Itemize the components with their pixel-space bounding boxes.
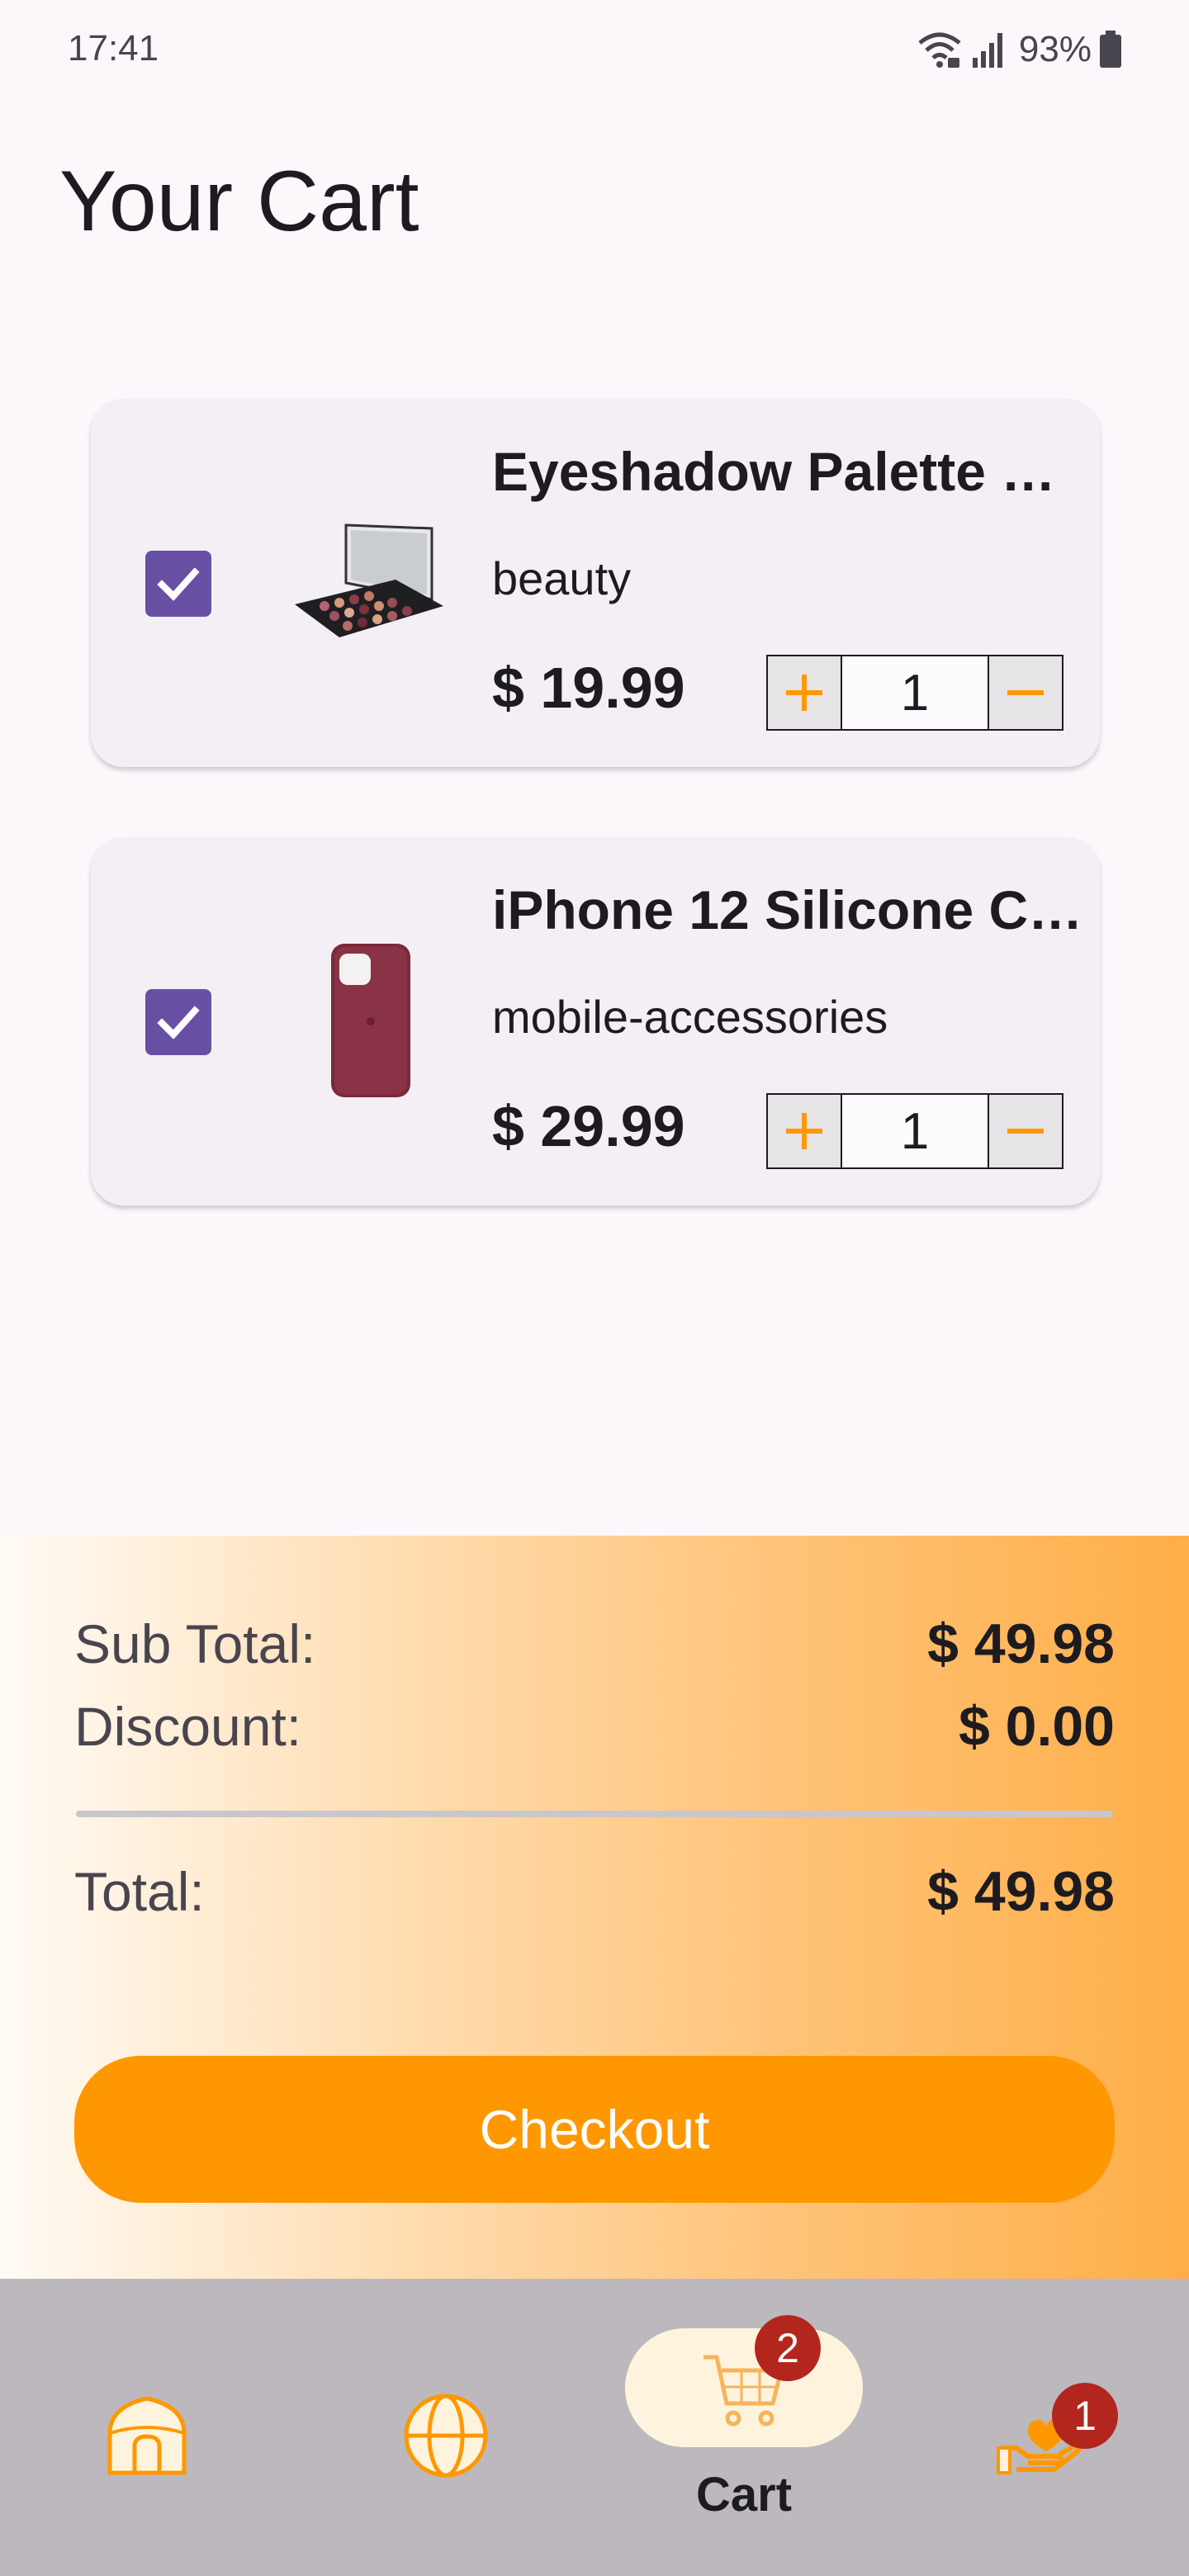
subtotal-label: Sub Total: [74,1613,316,1674]
increase-quantity-button[interactable] [766,1093,842,1169]
cart-badge: 2 [755,2315,821,2381]
signal-icon [972,33,1002,68]
cart-item-card[interactable]: Eyeshadow Palette w… beauty $ 19.99 1 [91,399,1100,767]
nav-cart-label: Cart [695,2468,793,2522]
discount-label: Discount: [74,1696,302,1757]
product-category: mobile-accessories [492,991,888,1043]
product-name: Eyeshadow Palette w… [492,441,1095,502]
nav-explore[interactable] [396,2386,495,2485]
plus-icon [786,1113,822,1149]
product-price: $ 29.99 [492,1094,685,1158]
product-image [282,496,456,670]
donate-badge: 1 [1052,2383,1118,2449]
subtotal-value: $ 49.98 [927,1612,1115,1675]
total-value: $ 49.98 [927,1860,1115,1923]
battery-icon [1100,31,1121,68]
wifi-icon [918,32,961,68]
battery-percent: 93% [1018,29,1092,69]
total-row: Total: $ 49.98 [74,1859,1115,1924]
checkmark-icon [157,567,200,601]
checkmark-icon [157,1006,200,1039]
product-category: beauty [492,552,632,604]
nav-cart[interactable] [625,2328,863,2447]
plus-icon [786,675,822,711]
total-label: Total: [74,1861,205,1922]
minus-icon [1007,1129,1044,1134]
product-price: $ 19.99 [492,656,685,720]
item-checkbox[interactable] [145,551,211,617]
quantity-stepper: 1 [766,655,1063,731]
product-name: iPhone 12 Silicone C… [492,879,1083,940]
quantity-stepper: 1 [766,1093,1063,1169]
discount-row: Discount: $ 0.00 [74,1694,1115,1759]
product-image [282,935,456,1108]
subtotal-row: Sub Total: $ 49.98 [74,1612,1115,1676]
home-icon [107,2396,187,2475]
iphone-case-image [331,944,410,1097]
increase-quantity-button[interactable] [766,655,842,731]
summary-divider [76,1811,1113,1817]
nav-home[interactable] [97,2386,197,2485]
checkout-button[interactable]: Checkout [74,2056,1115,2203]
decrease-quantity-button[interactable] [988,655,1063,731]
item-checkbox[interactable] [145,989,211,1055]
eyeshadow-palette-image [295,523,443,637]
discount-value: $ 0.00 [958,1695,1115,1758]
page-title: Your Cart [59,154,419,249]
globe-icon [404,2394,488,2478]
quantity-value[interactable]: 1 [842,655,988,731]
order-summary: Sub Total: $ 49.98 Discount: $ 0.00 Tota… [0,1536,1189,2279]
status-bar: 17:41 93% [0,0,1189,99]
status-icons: 93% [917,25,1123,74]
minus-icon [1007,690,1044,695]
quantity-value[interactable]: 1 [842,1093,988,1169]
decrease-quantity-button[interactable] [988,1093,1063,1169]
bottom-navigation: 2 Cart 1 [0,2279,1189,2576]
cart-item-card[interactable]: iPhone 12 Silicone C… mobile-accessories… [91,837,1100,1205]
status-time: 17:41 [68,28,159,69]
